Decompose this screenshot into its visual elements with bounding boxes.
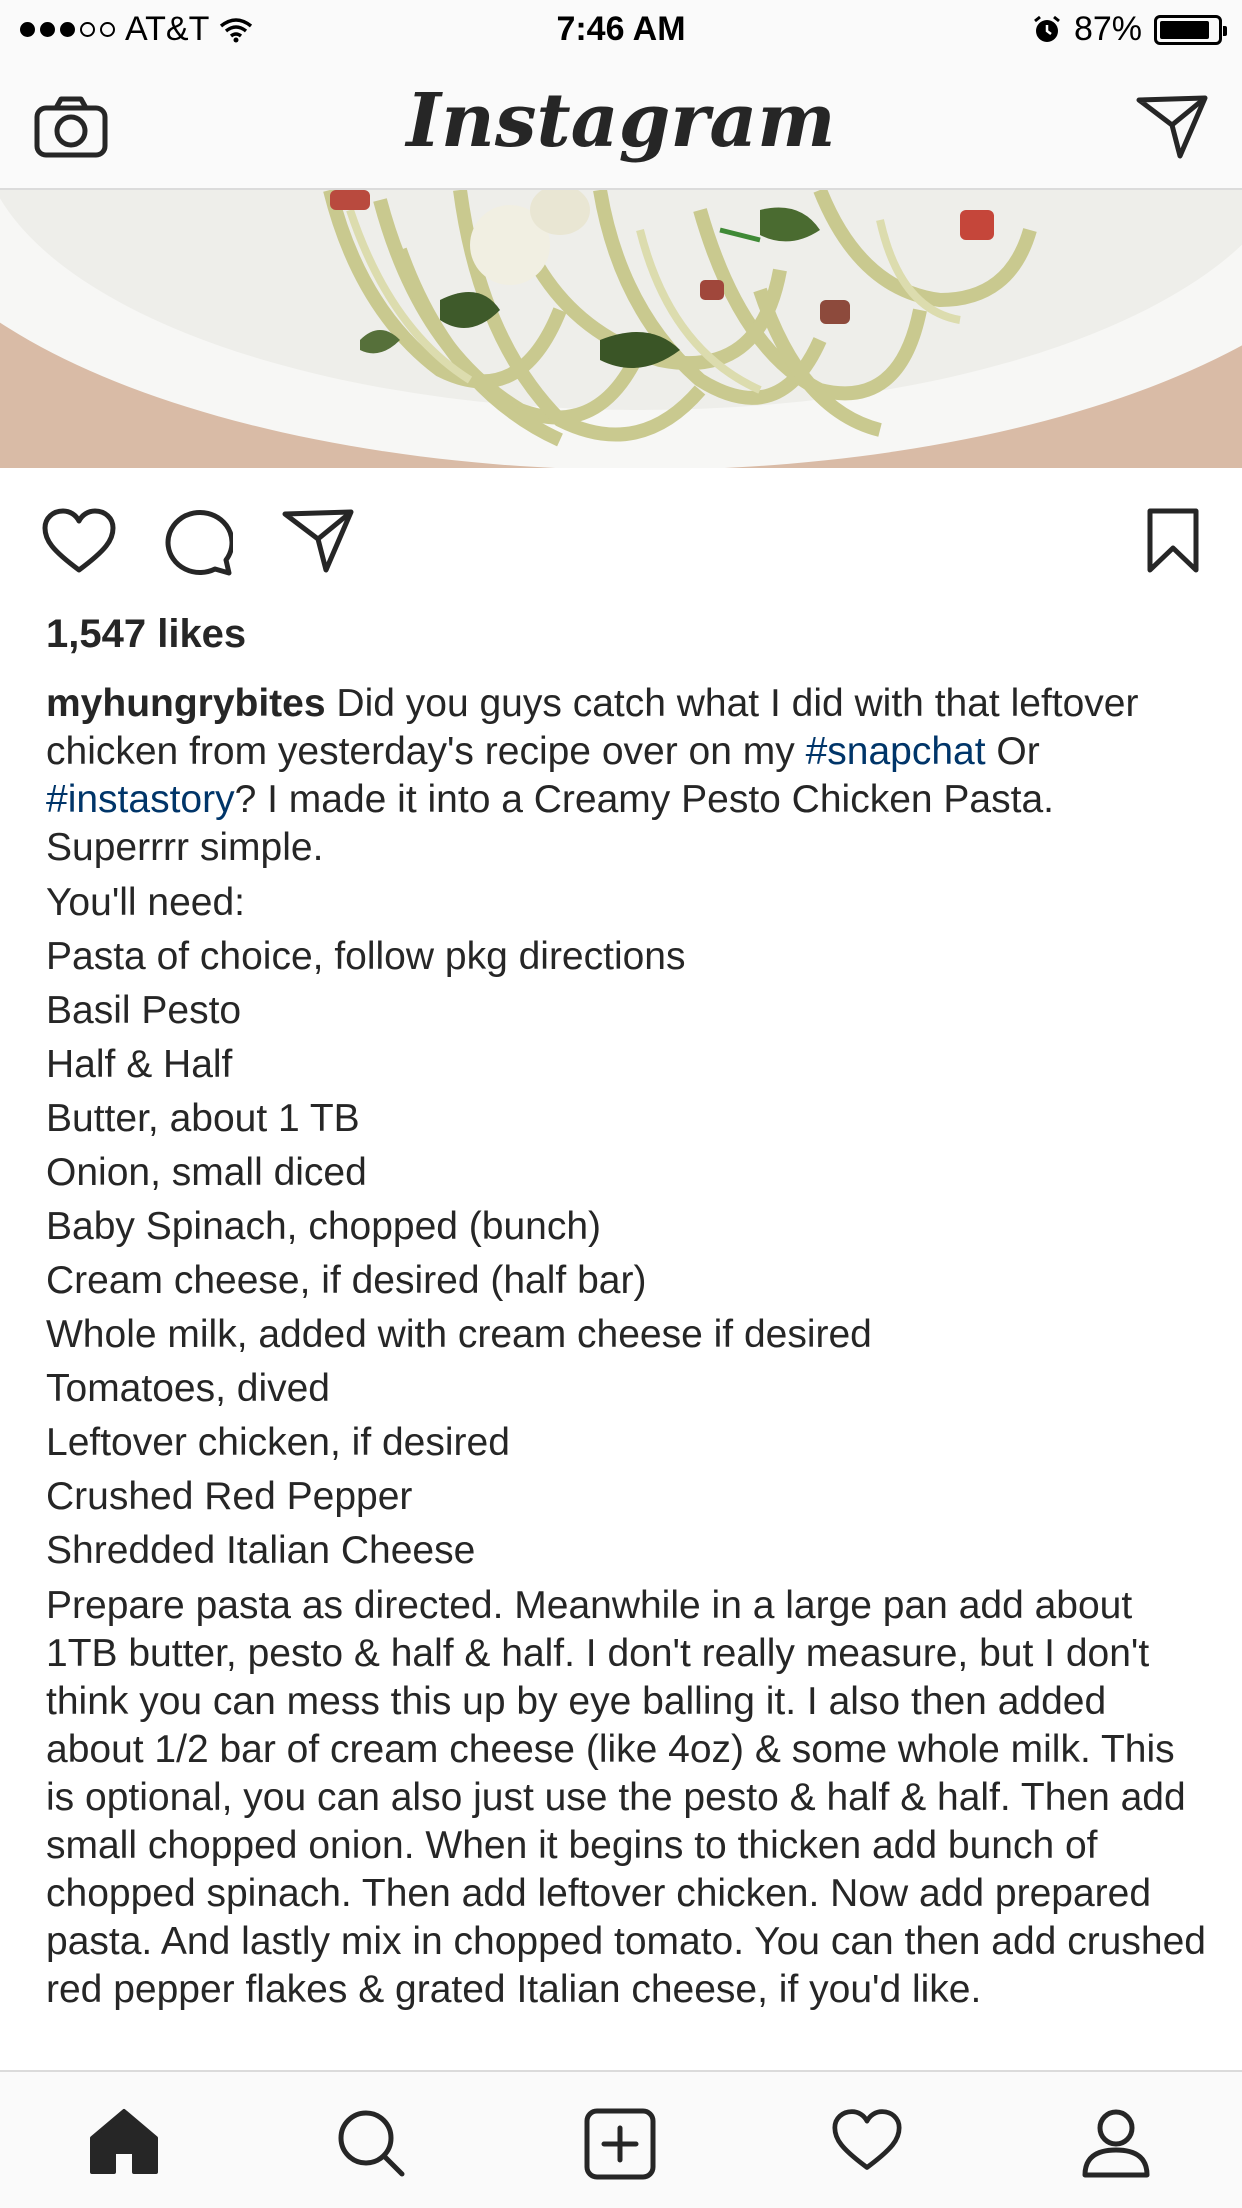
ingredient-item: Crushed Red Pepper — [46, 1475, 413, 1518]
tab-search[interactable] — [336, 2108, 406, 2183]
status-bar: AT&T 7:46 AM 87% — [0, 0, 1242, 60]
ingredient-item: Half & Half — [46, 1043, 233, 1086]
battery-icon — [1154, 14, 1227, 45]
ingredient-item: Whole milk, added with cream cheese if d… — [46, 1313, 872, 1356]
post-actions — [0, 468, 1242, 618]
ingredient-item: Onion, small diced — [46, 1151, 367, 1194]
caption-text-2: Or — [996, 730, 1040, 773]
profile-icon — [1082, 2109, 1150, 2178]
post-photo[interactable] — [0, 190, 1242, 468]
caption-intro: myhungrybites Did you guys catch what I … — [46, 680, 1206, 872]
ingredient-item: Cream cheese, if desired (half bar) — [46, 1259, 647, 1302]
bookmark-icon — [1147, 508, 1199, 573]
direct-message-icon — [1136, 95, 1208, 159]
battery-percent: 87% — [1073, 10, 1142, 48]
ingredient-item: Shredded Italian Cheese — [46, 1529, 476, 1572]
search-icon — [338, 2110, 405, 2177]
ingredient-item: Butter, about 1 TB — [46, 1097, 360, 1140]
comment-icon — [165, 509, 235, 576]
activity-heart-icon — [832, 2109, 902, 2170]
like-button[interactable] — [42, 508, 116, 579]
tab-activity[interactable] — [832, 2108, 902, 2177]
alarm-icon — [1034, 15, 1060, 42]
add-post-icon — [584, 2108, 656, 2180]
hashtag-instastory[interactable]: #instastory — [46, 778, 235, 821]
ingredient-item: Baby Spinach, chopped (bunch) — [46, 1205, 602, 1248]
ingredient-item: Pasta of choice, follow pkg directions — [46, 935, 686, 978]
caption-username[interactable]: myhungrybites — [46, 682, 326, 725]
battery-fill — [1160, 20, 1209, 39]
recipe-directions: Prepare pasta as directed. Meanwhile in … — [46, 1584, 1206, 2011]
comment-button[interactable] — [163, 508, 235, 581]
likes-count[interactable]: 1,547 likes — [46, 612, 246, 657]
direct-message-button[interactable] — [1136, 94, 1208, 165]
pasta-dish-image — [0, 190, 1242, 468]
ingredient-item: Tomatoes, dived — [46, 1367, 330, 1410]
hashtag-snapchat[interactable]: #snapchat — [806, 730, 986, 773]
heart-icon — [42, 508, 116, 573]
share-icon — [282, 509, 354, 573]
ingredient-item: Leftover chicken, if desired — [46, 1421, 510, 1464]
tab-profile[interactable] — [1080, 2108, 1152, 2183]
ingredients-header: You'll need: — [46, 881, 246, 924]
top-nav-bar: Instagram — [0, 60, 1242, 190]
save-button[interactable] — [1146, 508, 1200, 579]
post-caption: myhungrybites Did you guys catch what I … — [46, 680, 1206, 2014]
tab-home[interactable] — [88, 2108, 160, 2181]
ingredient-item: Basil Pesto — [46, 989, 242, 1032]
home-icon — [90, 2109, 158, 2174]
app-title: Instagram — [406, 78, 836, 164]
bottom-tab-bar — [0, 2070, 1242, 2208]
tab-new-post[interactable] — [584, 2108, 656, 2185]
status-right: 87% — [1032, 10, 1227, 49]
share-button[interactable] — [282, 508, 354, 579]
